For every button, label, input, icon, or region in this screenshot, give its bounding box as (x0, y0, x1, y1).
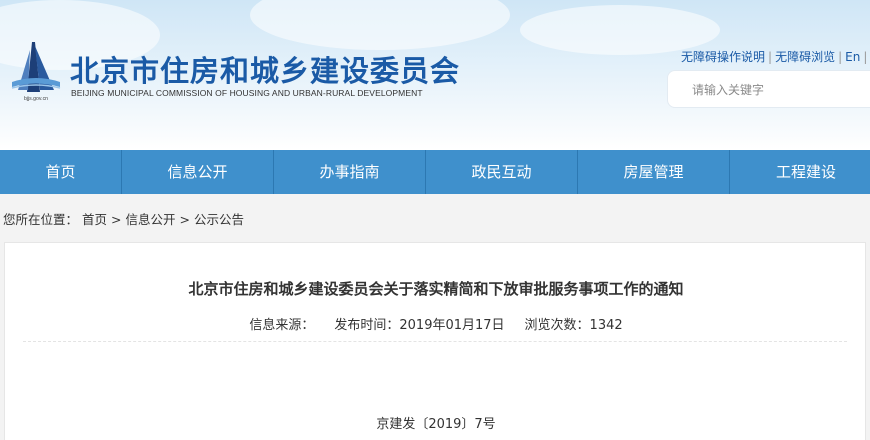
svg-text:bjjs.gov.cn: bjjs.gov.cn (24, 96, 48, 102)
separator: | (863, 50, 868, 64)
breadcrumb-label: 您所在位置： (3, 212, 79, 227)
logo-icon[interactable]: bjjs.gov.cn (10, 40, 62, 102)
article-source: 信息来源： (249, 318, 315, 333)
article-title: 北京市住房和城乡建设委员会关于落实精简和下放审批服务事项工作的通知 (188, 280, 684, 298)
document-number: 京建发〔2019〕7号 (376, 417, 496, 432)
nav-item-info-disclosure[interactable]: 信息公开 (122, 150, 274, 194)
breadcrumb-info-disclosure[interactable]: 信息公开 (126, 212, 176, 227)
accessibility-browse-link[interactable]: 无障碍浏览 (775, 50, 835, 64)
breadcrumb-home[interactable]: 首页 (82, 212, 107, 227)
site-title: 北京市住房和城乡建设委员会 (70, 54, 461, 88)
article-publish-date: 发布时间：2019年01月17日 (334, 318, 505, 333)
nav-item-housing-management[interactable]: 房屋管理 (578, 150, 730, 194)
breadcrumb: 您所在位置： 首页 > 信息公开 > 公示公告 (3, 209, 244, 228)
search-input[interactable] (692, 80, 862, 100)
divider (23, 341, 847, 342)
nav-item-home[interactable]: 首页 (0, 150, 122, 194)
nav-item-service-guide[interactable]: 办事指南 (274, 150, 426, 194)
article-view-count: 浏览次数：1342 (524, 318, 623, 333)
article-panel: 北京市住房和城乡建设委员会关于落实精简和下放审批服务事项工作的通知 信息来源： 发… (4, 242, 866, 440)
breadcrumb-separator: > (111, 212, 122, 227)
english-link[interactable]: En (845, 50, 860, 64)
separator: | (838, 50, 843, 64)
site-subtitle: BEIJING MUNICIPAL COMMISSION OF HOUSING … (71, 88, 423, 98)
article-meta: 信息来源： 发布时间：2019年01月17日 浏览次数：1342 (5, 314, 867, 333)
breadcrumb-separator: > (179, 212, 190, 227)
utility-links: 无障碍操作说明|无障碍浏览|En|住 (681, 48, 870, 65)
main-nav: 首页 信息公开 办事指南 政民互动 房屋管理 工程建设 (0, 150, 870, 194)
separator: | (768, 50, 773, 64)
site-header: bjjs.gov.cn 北京市住房和城乡建设委员会 BEIJING MUNICI… (0, 0, 870, 150)
search-box (667, 70, 870, 108)
nav-item-construction[interactable]: 工程建设 (730, 150, 870, 194)
breadcrumb-announcements[interactable]: 公示公告 (194, 212, 244, 227)
accessibility-guide-link[interactable]: 无障碍操作说明 (681, 50, 765, 64)
nav-item-interaction[interactable]: 政民互动 (426, 150, 578, 194)
header-cloud (250, 0, 510, 50)
